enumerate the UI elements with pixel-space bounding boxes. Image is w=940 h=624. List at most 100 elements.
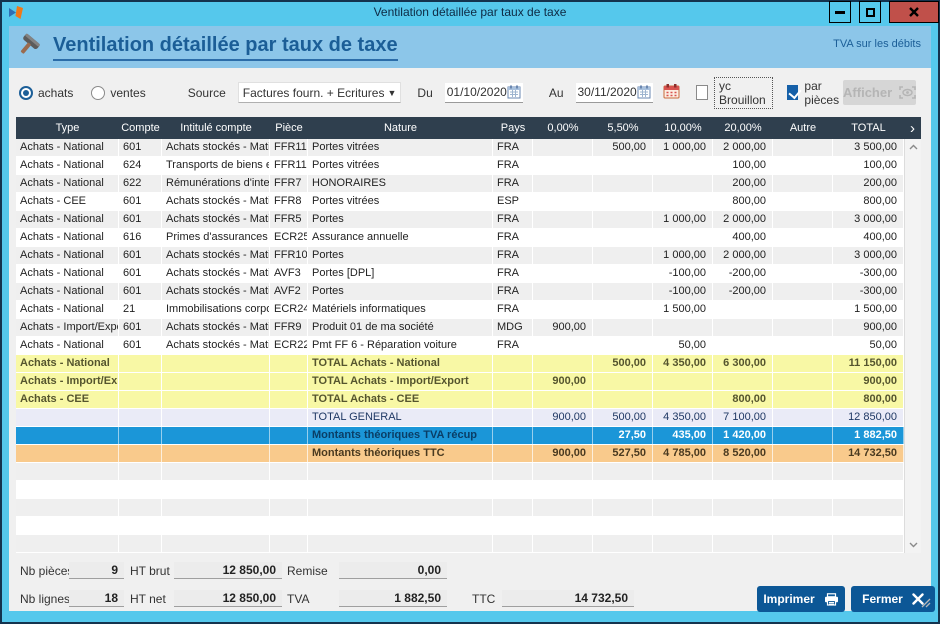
cell <box>16 499 119 516</box>
table-row[interactable]: Achats - National601Achats stockés - Mat… <box>16 139 904 157</box>
table-row[interactable] <box>16 499 904 517</box>
table-row[interactable]: Achats - National616Primes d'assurancesE… <box>16 229 904 247</box>
checkbox-checked-icon <box>787 85 798 100</box>
cell: 616 <box>119 229 162 246</box>
cell: Achats stockés - Mati <box>162 247 270 264</box>
cell <box>162 499 270 516</box>
table-row[interactable]: Achats - Import/Expo601Achats stockés - … <box>16 319 904 337</box>
table-row[interactable]: Achats - NationalTOTAL Achats - National… <box>16 355 904 373</box>
cell <box>119 499 162 516</box>
window-title: Ventilation détaillée par taux de taxe <box>2 5 938 19</box>
scroll-down-button[interactable] <box>905 537 921 553</box>
cell: 3 000,00 <box>833 247 904 264</box>
cell <box>593 517 653 534</box>
cell: 2 000,00 <box>713 211 773 228</box>
table-row[interactable]: Achats - National601Achats stockés - Mat… <box>16 211 904 229</box>
cell: Achats stockés - Mati <box>162 283 270 300</box>
cell <box>833 535 904 552</box>
table-row[interactable]: Achats - National601Achats stockés - Mat… <box>16 337 904 355</box>
cell <box>833 463 904 480</box>
cell: 601 <box>119 319 162 336</box>
date-from-input[interactable]: 01/10/2020 <box>445 83 523 103</box>
cell: 601 <box>119 193 162 210</box>
radio-ventes[interactable]: ventes <box>91 86 145 100</box>
cell: Portes <box>308 283 493 300</box>
cell <box>593 391 653 408</box>
cell: AVF2 <box>270 283 308 300</box>
ht-brut-value: 12 850,00 <box>174 562 282 579</box>
table-row[interactable]: Montants théoriques TVA récup27,50435,00… <box>16 427 904 445</box>
date-to-input[interactable]: 30/11/2020 <box>576 83 653 103</box>
cell: Portes [DPL] <box>308 265 493 282</box>
close-button[interactable] <box>889 1 939 23</box>
table-row[interactable]: Achats - National622Rémunérations d'inte… <box>16 175 904 193</box>
table-row[interactable]: Achats - National624Transports de biens … <box>16 157 904 175</box>
imprimer-button[interactable]: Imprimer <box>757 586 845 612</box>
cell: FRA <box>493 229 533 246</box>
column-header: 20,00% <box>713 117 773 139</box>
cell <box>713 463 773 480</box>
cell <box>162 427 270 444</box>
cell <box>119 535 162 552</box>
cell <box>713 535 773 552</box>
cell <box>493 463 533 480</box>
cell <box>653 517 713 534</box>
cell <box>162 373 270 390</box>
vertical-scrollbar[interactable] <box>904 139 921 553</box>
cell <box>773 139 833 156</box>
cell: ECR24 <box>270 301 308 318</box>
calendar-picker-button[interactable] <box>663 83 680 102</box>
title-bar[interactable]: Ventilation détaillée par taux de taxe <box>2 2 938 24</box>
cell: 900,00 <box>833 319 904 336</box>
cell <box>593 283 653 300</box>
scroll-up-button[interactable] <box>905 139 921 155</box>
table-row[interactable] <box>16 481 904 499</box>
calendar-icon[interactable] <box>637 85 651 99</box>
table-row[interactable]: Achats - Import/ExTOTAL Achats - Import/… <box>16 373 904 391</box>
minimize-button[interactable] <box>829 1 851 23</box>
checkbox-par-pieces[interactable]: par pièces <box>787 79 843 107</box>
table-row[interactable]: Achats - National601Achats stockés - Mat… <box>16 283 904 301</box>
cell <box>16 481 119 498</box>
table-row[interactable]: Achats - National21Immobilisations corpo… <box>16 301 904 319</box>
table-row[interactable]: Montants théoriques TTC900,00527,504 785… <box>16 445 904 463</box>
cell <box>270 481 308 498</box>
table-row[interactable] <box>16 463 904 481</box>
table-row[interactable]: Achats - National601Achats stockés - Mat… <box>16 247 904 265</box>
table-row[interactable]: Achats - National601Achats stockés - Mat… <box>16 265 904 283</box>
totals-footer: Nb pièces 9 HT brut 12 850,00 Remise 0,0… <box>9 553 931 611</box>
cell <box>773 463 833 480</box>
cell <box>653 463 713 480</box>
table-row[interactable] <box>16 517 904 535</box>
cell: Achats - Import/Expo <box>16 319 119 336</box>
cell <box>533 139 593 156</box>
maximize-button[interactable] <box>859 1 881 23</box>
table-row[interactable]: Achats - CEE601Achats stockés - MatiFFR8… <box>16 193 904 211</box>
cell <box>162 481 270 498</box>
radio-achats-label: achats <box>38 86 73 100</box>
checkbox-yc-brouillon[interactable]: yc Brouillon <box>696 77 774 109</box>
table-row[interactable]: Achats - CEETOTAL Achats - CEE800,00800,… <box>16 391 904 409</box>
table-row[interactable]: TOTAL GENERAL900,00500,004 350,007 100,0… <box>16 409 904 427</box>
cell: Portes vitrées <box>308 193 493 210</box>
table-row[interactable] <box>16 535 904 553</box>
cell: 800,00 <box>833 391 904 408</box>
calendar-icon[interactable] <box>507 85 521 99</box>
remise-label: Remise <box>287 564 328 578</box>
cell <box>162 535 270 552</box>
source-select[interactable]: Factures fourn. + Ecritures ▼ <box>238 82 402 103</box>
cell <box>533 517 593 534</box>
resize-grip[interactable] <box>919 596 931 611</box>
cell <box>533 301 593 318</box>
cell: 2 000,00 <box>713 247 773 264</box>
radio-achats[interactable]: achats <box>19 86 73 100</box>
cell: 800,00 <box>713 193 773 210</box>
cell: Achats - CEE <box>16 193 119 210</box>
column-header: TOTAL <box>833 117 904 139</box>
cell: 1 000,00 <box>653 211 713 228</box>
afficher-button[interactable]: Afficher <box>843 80 916 105</box>
column-header: Type <box>16 117 119 139</box>
cell: 50,00 <box>653 337 713 354</box>
scroll-right-icon[interactable]: › <box>904 117 921 139</box>
cell: Montants théoriques TVA récup <box>308 427 493 444</box>
